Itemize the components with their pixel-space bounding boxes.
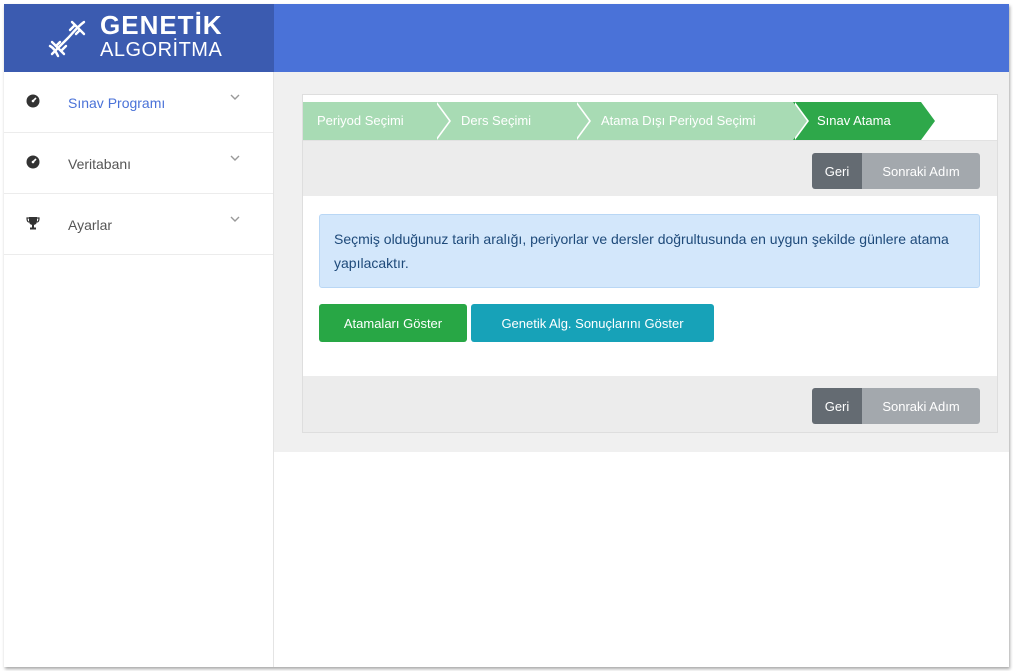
- next-step-button[interactable]: Sonraki Adım: [862, 388, 980, 424]
- sidebar-item-veritabani[interactable]: Veritabanı: [4, 133, 273, 194]
- main-content: Periyod Seçimi Ders Seçimi Atama Dışı Pe…: [274, 72, 1009, 452]
- info-alert: Seçmiş olduğunuz tarih aralığı, periyorl…: [319, 214, 980, 288]
- sidebar-item-ayarlar[interactable]: Ayarlar: [4, 194, 273, 255]
- brand-subtitle: ALGORİTMA: [100, 39, 223, 61]
- sidebar-item-label: Sınav Programı: [68, 95, 166, 111]
- sidebar-item-sinav-programi[interactable]: Sınav Programı: [4, 72, 273, 133]
- dashboard-icon: [26, 94, 40, 108]
- dashboard-icon: [26, 155, 40, 169]
- sidebar-item-label: Veritabanı: [68, 156, 132, 172]
- wizard-panel: Periyod Seçimi Ders Seçimi Atama Dışı Pe…: [302, 94, 998, 433]
- sidebar-item-label: Ayarlar: [68, 217, 113, 233]
- wizard-step-sinav-atama[interactable]: Sınav Atama: [793, 102, 937, 140]
- wizard-step-ders-secimi[interactable]: Ders Seçimi: [435, 102, 591, 140]
- chevron-down-icon: [230, 153, 240, 165]
- result-actions: Atamaları Göster Genetik Alg. Sonuçların…: [319, 304, 714, 342]
- trophy-icon: [26, 216, 40, 230]
- show-assignments-button[interactable]: Atamaları Göster: [319, 304, 467, 342]
- next-step-button[interactable]: Sonraki Adım: [862, 153, 980, 189]
- chevron-down-icon: [230, 92, 240, 104]
- back-button[interactable]: Geri: [812, 153, 862, 189]
- wizard-steps: Periyod Seçimi Ders Seçimi Atama Dışı Pe…: [303, 102, 937, 140]
- wizard-step-atama-disi-periyod-secimi[interactable]: Atama Dışı Periyod Seçimi: [575, 102, 809, 140]
- wizard-toolbar-bottom: Geri Sonraki Adım: [303, 376, 997, 432]
- show-genetic-results-button[interactable]: Genetik Alg. Sonuçlarını Göster: [471, 304, 714, 342]
- back-button[interactable]: Geri: [812, 388, 862, 424]
- brand-title: GENETİK: [100, 10, 223, 40]
- brand-header[interactable]: GENETİK ALGORİTMA: [4, 4, 274, 72]
- app-window: GENETİK ALGORİTMA Sınav Programı Veritab…: [4, 4, 1009, 667]
- nav-button-group: Geri Sonraki Adım: [812, 153, 980, 189]
- chevron-down-icon: [230, 214, 240, 226]
- wizard-step-periyod-secimi[interactable]: Periyod Seçimi: [303, 102, 451, 140]
- top-navbar: [274, 4, 1009, 72]
- dna-icon: [48, 20, 86, 58]
- brand-text: GENETİK ALGORİTMA: [100, 12, 223, 60]
- wizard-toolbar-top: Geri Sonraki Adım: [303, 140, 997, 196]
- sidebar: Sınav Programı Veritabanı Ayarlar: [4, 72, 274, 667]
- nav-button-group: Geri Sonraki Adım: [812, 388, 980, 424]
